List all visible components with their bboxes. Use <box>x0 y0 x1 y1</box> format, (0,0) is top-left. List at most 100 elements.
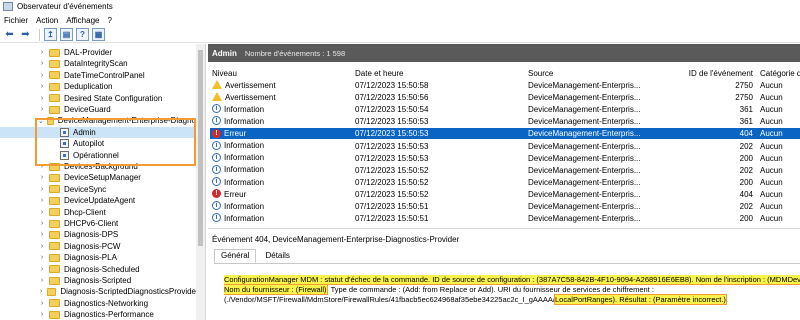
level-cell: i Information <box>212 152 264 162</box>
source-cell: DeviceManagement-Enterpris... <box>528 129 641 139</box>
col-event-id[interactable]: ID de l'événement <box>670 69 753 78</box>
tree-item-label: DAL-Provider <box>64 48 113 57</box>
info-icon: i <box>212 104 221 114</box>
tree-scrollbar-thumb[interactable] <box>198 50 203 246</box>
col-niveau[interactable]: Niveau <box>212 69 237 78</box>
chevron-right-icon[interactable]: › <box>38 60 46 67</box>
tab-general[interactable]: Général <box>214 249 257 263</box>
folder-icon <box>49 310 60 319</box>
chevron-right-icon[interactable]: › <box>38 243 46 250</box>
tree-item-label: DeviceUpdateAgent <box>64 196 136 206</box>
table-row[interactable]: Avertissement 07/12/2023 15:50:58 DeviceMa… <box>210 80 800 91</box>
menu-help[interactable]: ? <box>107 16 111 25</box>
menu-action[interactable]: Action <box>36 16 58 25</box>
folder-icon <box>47 287 57 296</box>
title-bar: Observateur d'événements <box>0 0 800 13</box>
level-cell: Avertissement <box>212 92 276 102</box>
table-row[interactable]: i Information 07/12/2023 15:50:53 DeviceMan… <box>210 140 800 152</box>
col-source[interactable]: Source <box>528 69 553 78</box>
tree-item[interactable]: › DataIntegrityScan <box>0 58 196 69</box>
properties-icon[interactable]: ▦ <box>92 28 105 41</box>
table-row[interactable]: ! Erreur 07/12/2023 15:50:52 DeviceManageme… <box>210 189 800 200</box>
tree-item-label: Diagnosis-PCW <box>64 241 121 251</box>
folder-icon <box>49 59 60 68</box>
source-cell: DeviceManagement-Enterpris... <box>528 141 641 151</box>
chevron-right-icon[interactable]: › <box>38 277 46 284</box>
table-row[interactable]: i Information 07/12/2023 15:50:54 DeviceMan… <box>210 104 800 115</box>
level-text: Information <box>224 213 265 223</box>
chevron-right-icon[interactable]: › <box>38 186 46 193</box>
table-row[interactable]: i Information 07/12/2023 15:50:53 DeviceMan… <box>210 152 800 164</box>
tree-item[interactable]: › Diagnostics-Performance <box>0 309 196 320</box>
back-arrow-icon[interactable]: ⬅ <box>3 28 16 41</box>
chevron-right-icon[interactable]: › <box>38 288 44 295</box>
table-row[interactable]: i Information 07/12/2023 15:50:53 DeviceMan… <box>210 116 800 127</box>
tree-item[interactable]: › DeviceSync <box>0 184 196 195</box>
level-cell: i Information <box>212 140 264 150</box>
col-date[interactable]: Date et heure <box>355 69 403 78</box>
table-row[interactable]: i Information 07/12/2023 15:50:52 DeviceMan… <box>210 164 800 176</box>
level-cell: i Information <box>212 201 264 211</box>
chevron-right-icon[interactable]: › <box>38 174 46 181</box>
tree-item[interactable]: › Diagnosis-PCW <box>0 241 196 252</box>
tree-item[interactable]: › DeviceSetupManager <box>0 172 196 183</box>
tree-item[interactable]: › Diagnosis-Scheduled <box>0 264 196 275</box>
event-count: Nombre d'événements : 1 598 <box>244 48 346 58</box>
level-text: Information <box>224 117 265 127</box>
tree-item[interactable]: › Diagnosis-Scripted <box>0 275 196 286</box>
tree-item[interactable]: › DAL-Provider <box>0 47 196 58</box>
tree-item[interactable]: › Diagnosis-DPS <box>0 229 196 240</box>
folder-up-icon[interactable]: ↥ <box>44 28 57 41</box>
table-row[interactable]: i Information 07/12/2023 15:50:51 DeviceMan… <box>210 201 800 212</box>
chevron-right-icon[interactable]: › <box>38 95 46 102</box>
tree-item[interactable]: › Deduplication <box>0 81 196 92</box>
chevron-right-icon[interactable]: › <box>38 266 46 273</box>
tab-details[interactable]: Détails <box>258 249 296 263</box>
level-cell: i Information <box>212 104 264 114</box>
level-text: Avertissement <box>225 92 276 102</box>
source-cell: DeviceManagement-Enterpris... <box>528 105 641 115</box>
chevron-right-icon[interactable]: › <box>38 83 46 90</box>
tree-item[interactable]: › Dhcp-Client <box>0 207 196 218</box>
tree-scrollbar[interactable] <box>196 44 205 320</box>
chevron-right-icon[interactable]: › <box>38 49 46 56</box>
chevron-right-icon[interactable]: › <box>38 106 46 113</box>
table-row[interactable]: i Information 07/12/2023 15:50:51 DeviceMan… <box>210 213 800 224</box>
table-row[interactable]: i Information 07/12/2023 15:50:52 DeviceMan… <box>210 176 800 188</box>
tree-item[interactable]: › Diagnosis-ScriptedDiagnosticsProvide <box>0 286 196 297</box>
description-line-1: ConfigurationManager MDM : statut d'éche… <box>224 275 800 285</box>
date-cell: 07/12/2023 15:50:52 <box>355 165 429 175</box>
event-title: Événement 404, DeviceManagement-Enterpri… <box>212 235 460 244</box>
command-type-text: . Type de commande : (Add: from Replace … <box>326 285 654 294</box>
tree-item[interactable]: › DateTimeControlPanel <box>0 70 196 81</box>
tree-item[interactable]: › Diagnosis-PLA <box>0 252 196 263</box>
level-text: Erreur <box>224 129 247 139</box>
table-row[interactable]: Avertissement 07/12/2023 15:50:56 DeviceMa… <box>210 92 800 103</box>
info-icon: i <box>212 116 221 126</box>
folder-icon <box>49 82 60 91</box>
menu-affichage[interactable]: Affichage <box>66 16 99 25</box>
chevron-right-icon[interactable]: › <box>38 254 46 261</box>
table-row[interactable]: ! Erreur 07/12/2023 15:50:53 DeviceManageme… <box>210 128 800 140</box>
chevron-right-icon[interactable]: › <box>38 311 46 318</box>
chevron-right-icon[interactable]: › <box>38 231 46 238</box>
forward-arrow-icon[interactable]: ➡ <box>19 28 32 41</box>
chevron-right-icon[interactable]: › <box>38 220 46 227</box>
tree-item[interactable]: › Diagnostics-Networking <box>0 298 196 309</box>
chevron-right-icon[interactable]: › <box>38 72 46 79</box>
tree-item[interactable]: › DHCPv6-Client <box>0 218 196 229</box>
tree-item[interactable]: › DeviceGuard <box>0 104 196 115</box>
chevron-right-icon[interactable]: › <box>38 197 46 204</box>
source-cell: DeviceManagement-Enterpris... <box>528 177 641 187</box>
chevron-right-icon[interactable]: › <box>38 209 46 216</box>
tree-item[interactable]: › Desired State Configuration <box>0 93 196 104</box>
chevron-right-icon[interactable]: › <box>38 300 46 307</box>
console-tree-icon[interactable]: ▤ <box>60 28 73 41</box>
help-icon[interactable]: ? <box>76 28 89 41</box>
level-cell: i Information <box>212 213 265 223</box>
menu-fichier[interactable]: Fichier <box>4 16 28 25</box>
folder-icon <box>49 253 60 262</box>
col-category[interactable]: Catégorie de <box>760 69 800 78</box>
category-cell: Aucun <box>760 214 783 224</box>
tree-item[interactable]: › DeviceUpdateAgent <box>0 195 196 206</box>
